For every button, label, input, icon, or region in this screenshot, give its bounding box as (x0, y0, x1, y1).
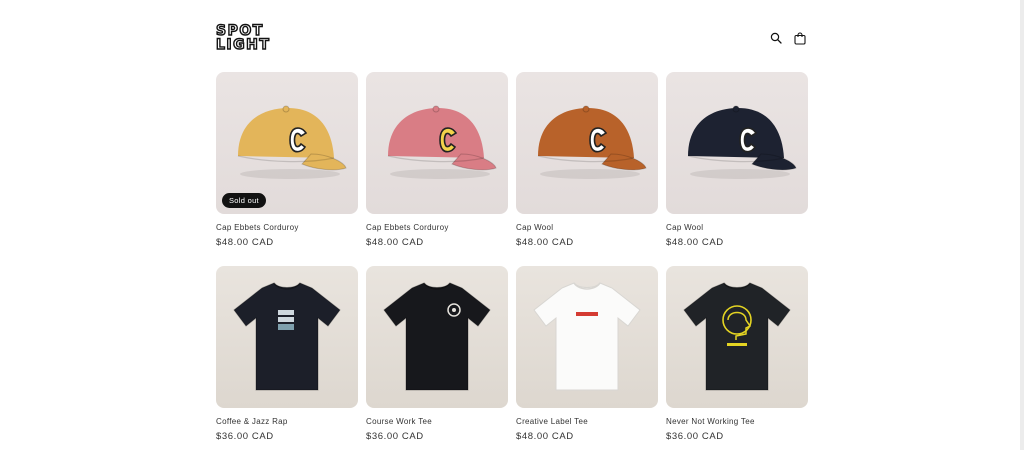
product-card[interactable]: Never Not Working Tee $36.00 CAD (666, 266, 808, 448)
product-image-cap[interactable]: Sold out (216, 72, 358, 214)
product-grid: Sold out Cap Ebbets Corduroy $48.00 CAD Cap… (216, 72, 808, 448)
logo-line-1: SPOT (215, 23, 264, 39)
product-image-cap[interactable] (516, 72, 658, 214)
header-icons (768, 30, 808, 46)
product-card[interactable]: Cap Wool $48.00 CAD (666, 72, 808, 254)
product-title[interactable]: Cap Ebbets Corduroy (216, 223, 358, 232)
product-price: $48.00 CAD (516, 431, 574, 442)
product-card[interactable]: Cap Wool $48.00 CAD (516, 72, 658, 254)
page-edge (1020, 0, 1024, 450)
product-image-tee[interactable] (516, 266, 658, 408)
site-header: SPOT LIGHT (215, 22, 808, 56)
cart-icon[interactable] (792, 30, 808, 46)
sold-out-badge: Sold out (222, 193, 266, 208)
product-card[interactable]: Coffee & Jazz Rap $36.00 CAD (216, 266, 358, 448)
product-title[interactable]: Cap Wool (516, 223, 658, 232)
product-title[interactable]: Never Not Working Tee (666, 417, 808, 426)
product-image-tee[interactable] (366, 266, 508, 408)
product-price: $48.00 CAD (666, 237, 724, 248)
product-price: $48.00 CAD (366, 237, 424, 248)
product-title[interactable]: Coffee & Jazz Rap (216, 417, 358, 426)
product-price: $36.00 CAD (216, 431, 274, 442)
logo-line-2: LIGHT (215, 37, 271, 53)
product-price: $48.00 CAD (516, 237, 574, 248)
search-icon[interactable] (768, 30, 784, 46)
product-image-cap[interactable] (366, 72, 508, 214)
product-image-tee[interactable] (666, 266, 808, 408)
product-title[interactable]: Course Work Tee (366, 417, 508, 426)
product-price: $48.00 CAD (216, 237, 274, 248)
product-title[interactable]: Cap Ebbets Corduroy (366, 223, 508, 232)
product-price: $36.00 CAD (666, 431, 724, 442)
product-title[interactable]: Creative Label Tee (516, 417, 658, 426)
product-card[interactable]: Course Work Tee $36.00 CAD (366, 266, 508, 448)
product-title[interactable]: Cap Wool (666, 223, 808, 232)
product-image-cap[interactable] (666, 72, 808, 214)
product-card[interactable]: Sold out Cap Ebbets Corduroy $48.00 CAD (216, 72, 358, 254)
product-card[interactable]: Cap Ebbets Corduroy $48.00 CAD (366, 72, 508, 254)
product-card[interactable]: Creative Label Tee $48.00 CAD (516, 266, 658, 448)
product-price: $36.00 CAD (366, 431, 424, 442)
brand-logo[interactable]: SPOT LIGHT (215, 23, 282, 53)
product-image-tee[interactable] (216, 266, 358, 408)
